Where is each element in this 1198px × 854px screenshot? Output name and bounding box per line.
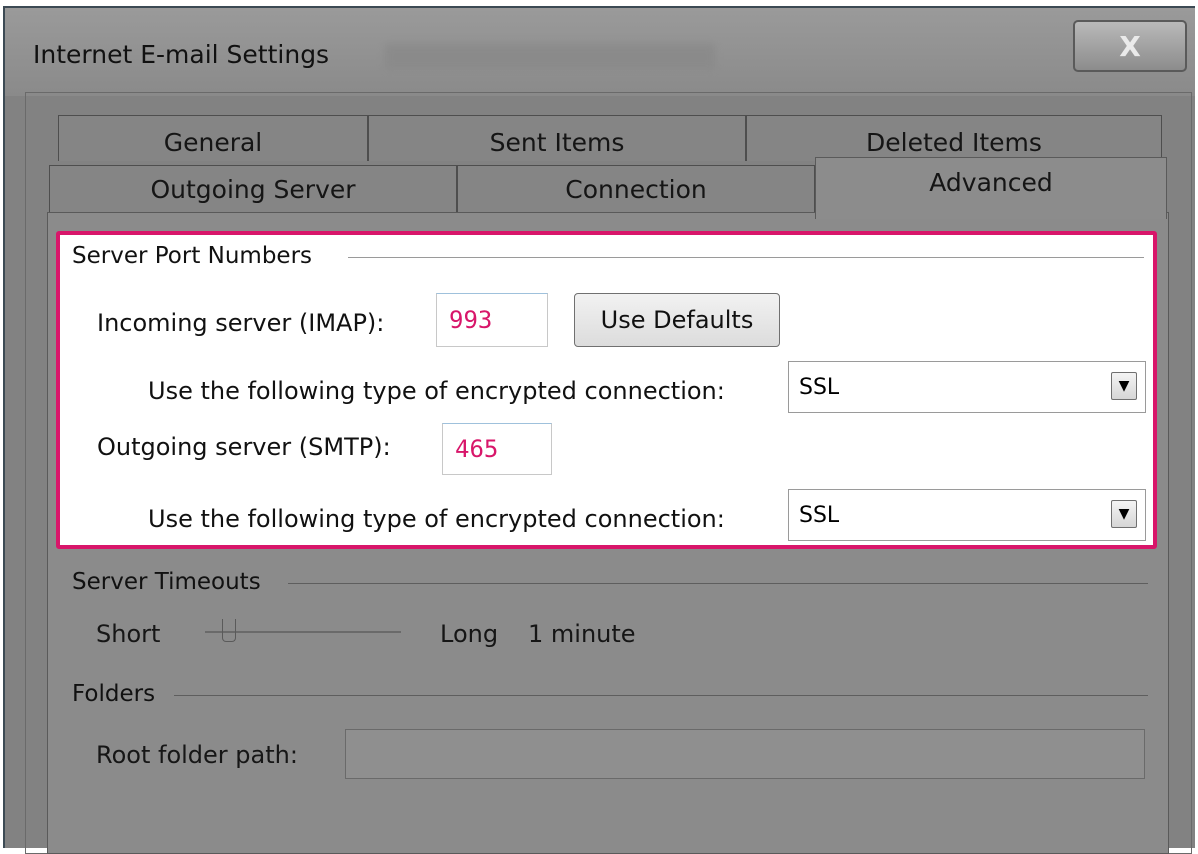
timeout-short-label: Short bbox=[96, 620, 161, 648]
redacted-account-name bbox=[385, 44, 715, 70]
timeout-value: 1 minute bbox=[528, 620, 636, 648]
server-timeouts-heading: Server Timeouts bbox=[72, 569, 271, 595]
chevron-down-icon[interactable]: ▼ bbox=[1111, 500, 1137, 528]
window-title: Internet E-mail Settings bbox=[33, 40, 330, 69]
outgoing-encryption-value: SSL bbox=[799, 502, 840, 528]
tab-deleted-items[interactable]: Deleted Items bbox=[746, 115, 1162, 161]
incoming-port-input[interactable]: 993 bbox=[436, 293, 548, 347]
group-divider bbox=[288, 583, 1148, 584]
close-icon: X bbox=[1119, 29, 1141, 63]
incoming-encryption-label: Use the following type of encrypted conn… bbox=[148, 377, 725, 405]
timeout-long-label: Long bbox=[440, 620, 499, 648]
incoming-encryption-select[interactable]: SSL ▼ bbox=[788, 361, 1146, 413]
root-folder-input[interactable] bbox=[345, 729, 1145, 779]
chevron-down-icon[interactable]: ▼ bbox=[1111, 372, 1137, 400]
outgoing-server-label: Outgoing server (SMTP): bbox=[97, 433, 391, 461]
folders-heading: Folders bbox=[72, 681, 166, 707]
root-folder-label: Root folder path: bbox=[96, 741, 298, 769]
incoming-encryption-value: SSL bbox=[799, 374, 840, 400]
group-divider bbox=[174, 695, 1148, 696]
server-port-numbers-group: Server Port Numbers Incoming server (IMA… bbox=[56, 231, 1157, 549]
group-divider bbox=[348, 257, 1144, 258]
tab-connection[interactable]: Connection bbox=[457, 165, 815, 213]
outgoing-encryption-label: Use the following type of encrypted conn… bbox=[148, 505, 725, 533]
tab-outgoing-server[interactable]: Outgoing Server bbox=[49, 165, 457, 213]
tab-sent-items[interactable]: Sent Items bbox=[368, 115, 746, 161]
tab-advanced[interactable]: Advanced bbox=[815, 157, 1167, 219]
server-port-numbers-heading: Server Port Numbers bbox=[72, 243, 323, 269]
timeout-slider-thumb[interactable] bbox=[222, 619, 236, 642]
outgoing-port-input[interactable]: 465 bbox=[442, 423, 552, 475]
close-button[interactable]: X bbox=[1073, 20, 1187, 72]
use-defaults-button[interactable]: Use Defaults bbox=[574, 293, 780, 347]
title-bar[interactable]: Internet E-mail Settings X bbox=[5, 8, 1195, 96]
incoming-server-label: Incoming server (IMAP): bbox=[97, 309, 385, 337]
outgoing-encryption-select[interactable]: SSL ▼ bbox=[788, 489, 1146, 541]
tab-general[interactable]: General bbox=[58, 115, 368, 161]
